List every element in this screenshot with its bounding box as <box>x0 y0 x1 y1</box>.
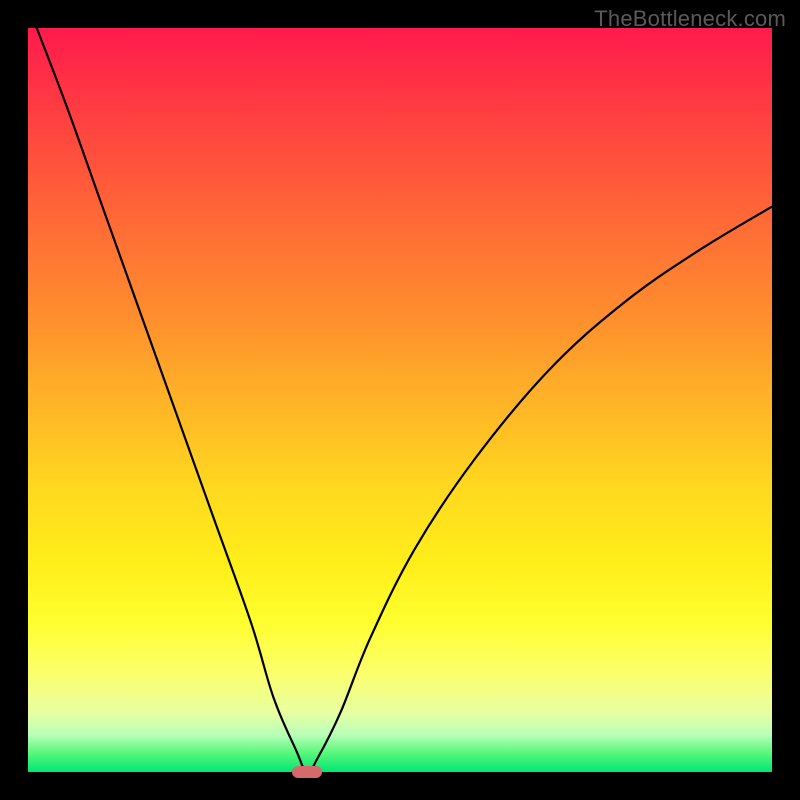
chart-frame: TheBottleneck.com <box>0 0 800 800</box>
plot-area <box>28 28 772 772</box>
curve-layer <box>28 28 772 772</box>
bottleneck-curve <box>28 28 772 772</box>
balance-point-marker <box>292 766 322 778</box>
